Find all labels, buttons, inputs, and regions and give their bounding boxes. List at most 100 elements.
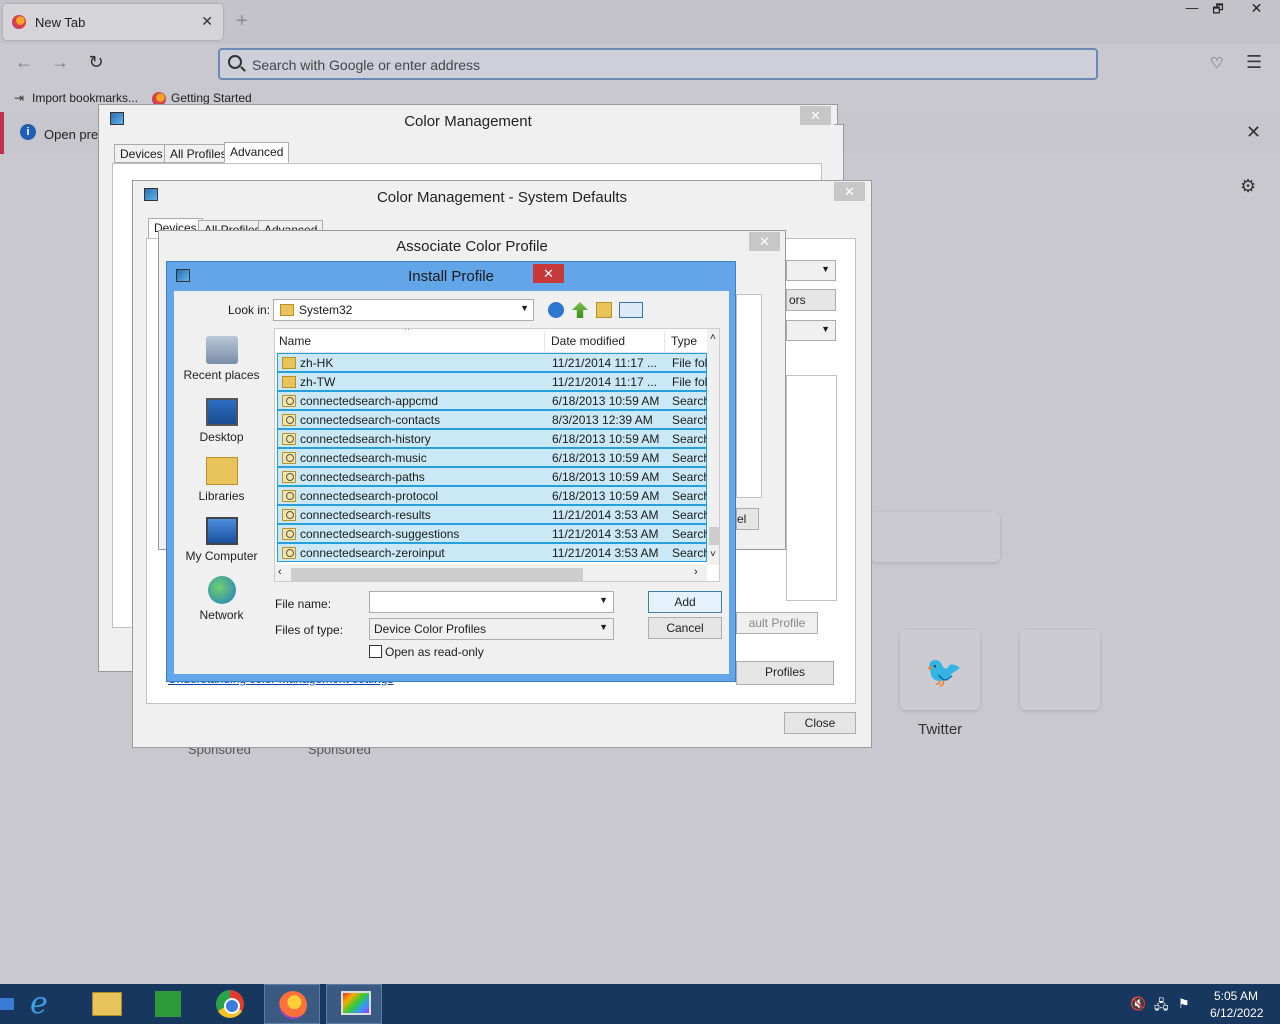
- close-icon[interactable]: ✕: [800, 106, 831, 125]
- set-default-profile-button[interactable]: ault Profile: [736, 612, 818, 634]
- horizontal-scroll-thumb[interactable]: [291, 568, 583, 581]
- place-libraries[interactable]: Libraries: [174, 457, 269, 503]
- file-row[interactable]: connectedsearch-history 6/18/2013 10:59 A…: [277, 429, 708, 448]
- color-management-icon: [144, 188, 158, 201]
- gear-icon[interactable]: ⚙: [1240, 176, 1256, 197]
- pocket-icon[interactable]: ♡: [1210, 54, 1228, 72]
- browser-tab-new-tab[interactable]: New Tab ✕: [3, 4, 223, 40]
- column-name[interactable]: Name: [279, 334, 311, 348]
- computer-icon: [205, 517, 238, 545]
- twitter-bird-icon: 🐦: [925, 656, 963, 689]
- file-name: connectedsearch-history: [300, 432, 431, 446]
- back-arrow-icon[interactable]: [548, 302, 564, 318]
- place-desktop[interactable]: Desktop: [174, 398, 269, 444]
- file-row[interactable]: zh-HK 11/21/2014 11:17 ... File fol: [277, 353, 707, 372]
- cancel-button[interactable]: Cancel: [648, 617, 722, 639]
- bookmark-import[interactable]: Import bookmarks...: [32, 91, 138, 105]
- file-date: 6/18/2013 10:59 AM: [552, 451, 660, 465]
- network-icon[interactable]: 🖧: [1154, 996, 1169, 1018]
- column-type[interactable]: Type: [671, 334, 697, 348]
- tab-all-profiles[interactable]: All Profiles: [164, 144, 233, 163]
- address-bar[interactable]: Search with Google or enter address: [218, 48, 1098, 80]
- profiles-list[interactable]: [786, 375, 837, 601]
- file-date: 6/18/2013 10:59 AM: [552, 394, 660, 408]
- search-file-icon: [282, 395, 296, 407]
- back-button[interactable]: ←: [10, 52, 38, 76]
- scroll-down-icon[interactable]: ˅: [710, 549, 716, 560]
- scroll-right-icon[interactable]: ›: [694, 566, 698, 578]
- view-menu-icon[interactable]: [619, 302, 643, 318]
- reload-button[interactable]: ↻: [82, 52, 110, 76]
- taskbar-firefox[interactable]: [264, 984, 320, 1024]
- close-icon[interactable]: ✕: [749, 232, 780, 251]
- top-site-empty[interactable]: [1020, 630, 1100, 710]
- scroll-left-icon[interactable]: ‹: [278, 566, 282, 578]
- new-folder-icon[interactable]: [596, 302, 612, 318]
- taskbar-store[interactable]: [140, 984, 196, 1024]
- place-network[interactable]: Network: [174, 576, 269, 622]
- window-maximize-button[interactable]: 🗗: [1203, 0, 1233, 20]
- file-row[interactable]: connectedsearch-suggestions 11/21/2014 3:…: [277, 524, 708, 543]
- start-button[interactable]: [0, 998, 14, 1010]
- forward-button[interactable]: →: [46, 52, 74, 76]
- vertical-scroll-thumb[interactable]: [709, 527, 719, 545]
- file-row[interactable]: connectedsearch-protocol 6/18/2013 10:59 …: [277, 486, 708, 505]
- add-button[interactable]: Add: [648, 591, 722, 613]
- read-only-checkbox[interactable]: [369, 645, 382, 658]
- cancel-button[interactable]: el: [736, 508, 759, 530]
- taskbar-chrome[interactable]: [202, 984, 258, 1024]
- place-recent-places[interactable]: Recent places: [174, 336, 269, 382]
- tab-devices[interactable]: Devices: [114, 144, 169, 163]
- taskbar-color-management[interactable]: [326, 984, 382, 1024]
- clock-date[interactable]: 6/12/2022: [1210, 1006, 1263, 1020]
- new-tab-button[interactable]: +: [236, 10, 248, 33]
- file-name: zh-HK: [300, 356, 334, 370]
- file-row[interactable]: connectedsearch-appcmd 6/18/2013 10:59 AM…: [277, 391, 708, 410]
- close-button[interactable]: Close: [784, 712, 856, 734]
- action-center-flag-icon[interactable]: ⚑: [1178, 996, 1190, 1012]
- file-name: connectedsearch-suggestions: [300, 527, 460, 541]
- search-file-icon: [282, 509, 296, 521]
- volume-muted-icon[interactable]: 🔇: [1130, 996, 1146, 1012]
- look-in-combo[interactable]: System32 ▼: [273, 299, 534, 321]
- chrome-icon: [216, 990, 244, 1018]
- tab-close-icon[interactable]: ✕: [201, 13, 213, 30]
- color-management-icon: [176, 269, 190, 282]
- clock-time[interactable]: 5:05 AM: [1214, 989, 1258, 1003]
- device-select[interactable]: ▼: [786, 260, 836, 281]
- file-type: File fol: [672, 375, 708, 389]
- file-name: connectedsearch-music: [300, 451, 427, 465]
- close-icon[interactable]: ✕: [834, 182, 865, 201]
- tab-advanced[interactable]: Advanced: [224, 142, 290, 163]
- profiles-button[interactable]: Profiles: [736, 661, 834, 685]
- taskbar-file-explorer[interactable]: [78, 984, 134, 1024]
- place-my-computer[interactable]: My Computer: [174, 517, 269, 563]
- file-list[interactable]: Name ^ Date modified Type zh-HK 11/21/201…: [274, 328, 720, 582]
- firefox-icon: [279, 991, 307, 1019]
- window-close-button[interactable]: ✕: [1233, 0, 1280, 20]
- close-icon[interactable]: ✕: [533, 264, 564, 283]
- file-row[interactable]: zh-TW 11/21/2014 11:17 ... File fol: [277, 372, 707, 391]
- column-date-modified[interactable]: Date modified: [551, 334, 625, 348]
- search-file-icon: [282, 528, 296, 540]
- file-name: connectedsearch-contacts: [300, 413, 441, 427]
- file-row[interactable]: connectedsearch-contacts 8/3/2013 12:39 A…: [277, 410, 708, 429]
- hamburger-menu-icon[interactable]: ☰: [1246, 52, 1262, 73]
- profile-select[interactable]: ▼: [786, 320, 836, 341]
- file-name-field[interactable]: ▼: [369, 591, 614, 613]
- notification-close-icon[interactable]: ✕: [1246, 122, 1261, 143]
- look-in-value: System32: [299, 303, 353, 317]
- top-site-tile[interactable]: [870, 512, 1000, 562]
- bookmark-getting-started[interactable]: Getting Started: [171, 91, 252, 105]
- chevron-down-icon: ▼: [821, 264, 830, 274]
- identify-monitors-button[interactable]: ors: [786, 289, 836, 311]
- dialog-title: Install Profile: [408, 268, 494, 285]
- file-row[interactable]: connectedsearch-results 11/21/2014 3:53 A…: [277, 505, 708, 524]
- file-type-select[interactable]: Device Color Profiles ▼: [369, 618, 614, 640]
- taskbar-internet-explorer[interactable]: e: [16, 984, 72, 1024]
- file-row[interactable]: connectedsearch-zeroinput 11/21/2014 3:53…: [277, 543, 708, 562]
- file-row[interactable]: connectedsearch-music 6/18/2013 10:59 AM S…: [277, 448, 708, 467]
- scroll-up-icon[interactable]: ˄: [710, 332, 716, 343]
- folder-icon: [282, 376, 296, 388]
- file-row[interactable]: connectedsearch-paths 6/18/2013 10:59 AM S…: [277, 467, 708, 486]
